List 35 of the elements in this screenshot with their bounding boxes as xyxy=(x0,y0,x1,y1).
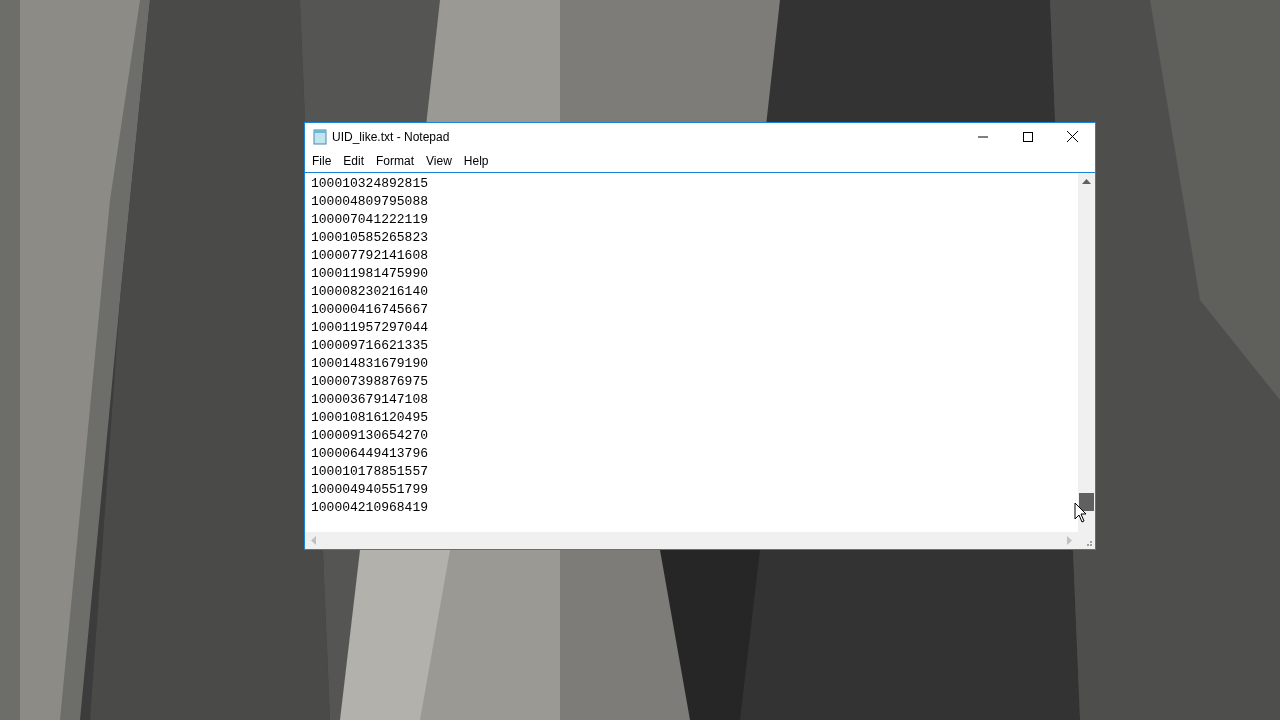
text-line: 100007398876975 xyxy=(311,373,429,391)
text-line: 100009130654270 xyxy=(311,427,429,445)
menu-item[interactable]: Edit xyxy=(337,150,371,172)
close-icon xyxy=(1067,131,1078,142)
horizontal-scrollbar[interactable] xyxy=(305,532,1078,549)
text-line: 100004210968419 xyxy=(311,499,429,517)
text-line: 100011957297044 xyxy=(311,319,429,337)
text-line: 100010816120495 xyxy=(311,409,429,427)
scrollbar-thumb[interactable] xyxy=(1079,493,1094,511)
text-line: 100004940551799 xyxy=(311,481,429,499)
scroll-up-icon[interactable] xyxy=(1082,179,1091,184)
text-line: 100010178851557 xyxy=(311,463,429,481)
scroll-left-icon[interactable] xyxy=(311,536,316,545)
menu-item[interactable]: Format xyxy=(370,150,421,172)
menu-item[interactable]: File xyxy=(306,150,338,172)
window-title: UID_like.txt - Notepad xyxy=(332,128,450,146)
text-line: 100009716621335 xyxy=(311,337,429,355)
mouse-pointer-icon xyxy=(1074,502,1088,524)
vertical-scrollbar[interactable] xyxy=(1078,173,1095,532)
text-line: 100011981475990 xyxy=(311,265,429,283)
notepad-icon xyxy=(313,128,327,145)
text-line: 100008230216140 xyxy=(311,283,429,301)
scroll-right-icon[interactable] xyxy=(1067,536,1072,545)
menu-item[interactable]: Help xyxy=(457,150,495,172)
text-line: 100006449413796 xyxy=(311,445,429,463)
text-line: 100014831679190 xyxy=(311,355,429,373)
text-line: 100003679147108 xyxy=(311,391,429,409)
text-line: 100010324892815 xyxy=(311,175,429,193)
menu-item[interactable]: View xyxy=(420,150,458,172)
text-line: 100007041222119 xyxy=(311,211,429,229)
text-line: 100000416745667 xyxy=(311,301,429,319)
text-line: 100010585265823 xyxy=(311,229,429,247)
text-line: 100007792141608 xyxy=(311,247,429,265)
maximize-icon xyxy=(1022,131,1033,142)
text-line: 100004809795088 xyxy=(311,193,429,211)
